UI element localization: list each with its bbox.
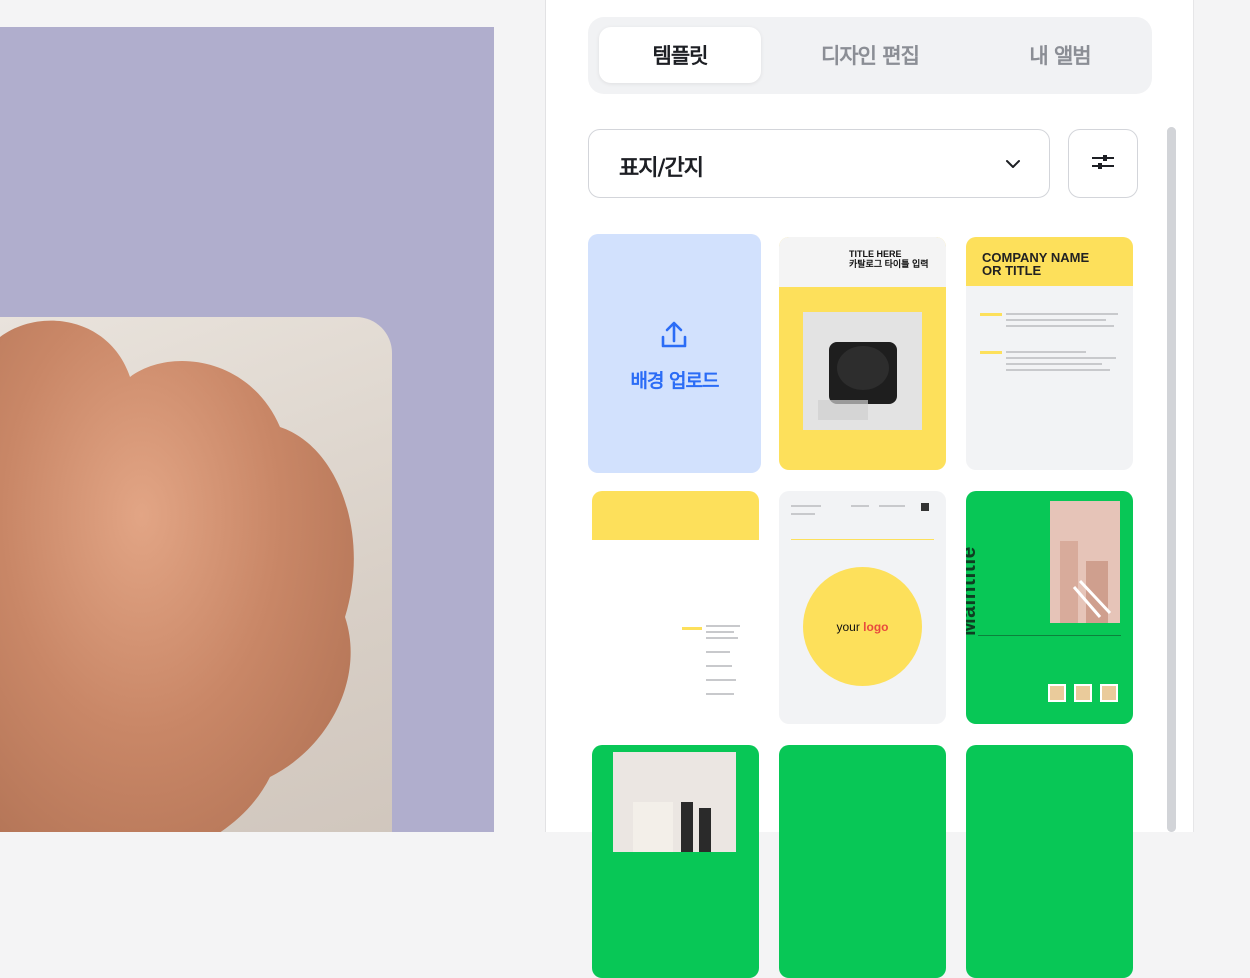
canvas-area xyxy=(0,0,545,832)
upload-background-card[interactable]: 배경 업로드 xyxy=(588,234,761,473)
template-product-photo xyxy=(613,752,736,852)
template-heading-line: 카탈로그 타이틀 입력 xyxy=(849,259,929,269)
template-list-scrollbar[interactable] xyxy=(1167,127,1176,832)
template-thumbnail xyxy=(1048,684,1066,702)
right-edge-strip xyxy=(1193,0,1250,832)
template-logo-text: your logo xyxy=(779,620,946,634)
template-card[interactable]: your logo xyxy=(779,491,946,724)
tab-bar: 템플릿 디자인 편집 내 앨범 xyxy=(588,17,1152,94)
category-select[interactable]: 표지/간지 xyxy=(588,129,1050,198)
template-thumbnail xyxy=(1074,684,1092,702)
template-product-photo xyxy=(803,312,922,430)
upload-background-label: 배경 업로드 xyxy=(630,370,719,392)
filter-button[interactable] xyxy=(1068,129,1138,198)
logo-prefix: your xyxy=(836,620,860,634)
template-card[interactable] xyxy=(779,745,946,978)
scrollbar-thumb[interactable] xyxy=(1167,127,1176,832)
template-card[interactable]: TITLE HERE 카탈로그 타이틀 입력 xyxy=(779,237,946,470)
template-product-photo xyxy=(1050,501,1120,623)
tab-my-album[interactable]: 내 앨범 xyxy=(979,27,1141,83)
background-photo[interactable] xyxy=(0,317,392,832)
template-heading: TITLE HERE 카탈로그 타이틀 입력 xyxy=(849,249,929,269)
template-thumbnail xyxy=(1100,684,1118,702)
template-main-title: Maintitle xyxy=(966,546,980,636)
template-header xyxy=(592,491,759,540)
canvas-page[interactable] xyxy=(0,27,494,832)
chevron-down-icon xyxy=(1003,154,1023,178)
template-divider xyxy=(978,635,1121,636)
logo-word: logo xyxy=(863,620,889,634)
category-select-value: 표지/간지 xyxy=(619,156,704,181)
template-divider xyxy=(791,539,934,540)
sliders-icon xyxy=(1090,151,1116,177)
upload-icon xyxy=(660,319,688,353)
template-heading-line: TITLE HERE xyxy=(849,249,902,259)
template-card[interactable]: Maintitle xyxy=(966,491,1133,724)
template-card[interactable] xyxy=(592,491,759,724)
tab-templates[interactable]: 템플릿 xyxy=(599,27,761,83)
template-heading: COMPANY NAME OR TITLE xyxy=(982,251,1089,277)
template-card[interactable] xyxy=(966,745,1133,978)
template-heading-line: OR TITLE xyxy=(982,263,1042,278)
template-card[interactable]: COMPANY NAME OR TITLE xyxy=(966,237,1133,470)
tab-design-edit[interactable]: 디자인 편집 xyxy=(789,27,951,83)
template-card[interactable] xyxy=(592,745,759,978)
side-panel: 템플릿 디자인 편집 내 앨범 표지/간지 배경 업로드 TITLE HERE … xyxy=(546,0,1193,978)
